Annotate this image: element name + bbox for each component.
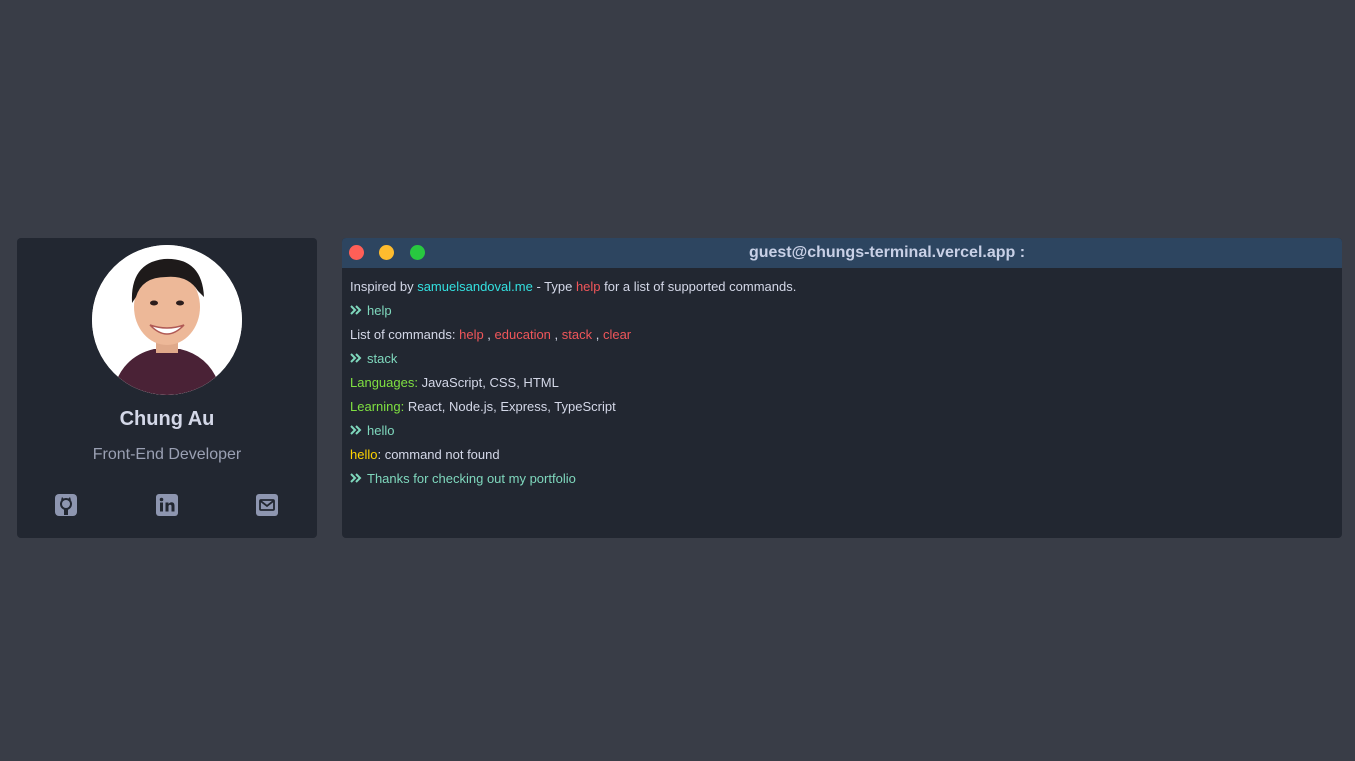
learning-label: Learning: <box>350 399 405 414</box>
command-clear: clear <box>602 327 632 342</box>
separator: , <box>483 327 495 342</box>
email-icon[interactable] <box>255 493 279 517</box>
commands-label: List of commands: <box>350 327 460 342</box>
github-icon[interactable] <box>54 493 78 517</box>
intro-line: Inspired by samuelsandoval.me - Type hel… <box>350 277 1334 301</box>
languages-label: Languages: <box>350 375 418 390</box>
profile-name: Chung Au <box>119 408 215 430</box>
prompt-command: hello <box>367 423 395 438</box>
learning-value: React, Node.js, Express, TypeScript <box>404 399 616 414</box>
commands-list-line: List of commands: help , education , sta… <box>350 325 1334 349</box>
terminal-window: guest@chungs-terminal.vercel.app : Inspi… <box>342 238 1342 538</box>
profile-role: Front-End Developer <box>92 446 242 463</box>
error-message: : command not found <box>377 447 500 462</box>
avatar <box>92 245 242 395</box>
chevrons-right-icon <box>350 425 362 435</box>
command-stack: stack <box>561 327 593 342</box>
chevrons-right-icon <box>350 473 362 483</box>
learning-line: Learning: React, Node.js, Express, TypeS… <box>350 397 1334 421</box>
social-links <box>17 493 317 517</box>
separator: , <box>550 327 562 342</box>
terminal-title: guest@chungs-terminal.vercel.app : <box>748 244 1026 261</box>
intro-suffix: for a list of supported commands. <box>600 279 797 294</box>
terminal-title-bar: guest@chungs-terminal.vercel.app : <box>342 238 1342 268</box>
error-command: hello <box>350 447 378 462</box>
profile-card: Chung Au Front-End Developer <box>17 238 317 538</box>
linkedin-icon[interactable] <box>155 493 179 517</box>
chevrons-right-icon <box>350 353 362 363</box>
command-education: education <box>494 327 551 342</box>
prompt-line: Thanks for checking out my portfolio <box>350 469 1334 493</box>
inspiration-link[interactable]: samuelsandoval.me <box>417 279 533 294</box>
chevrons-right-icon <box>350 305 362 315</box>
prompt-line: hello <box>350 421 1334 445</box>
intro-prefix: Inspired by <box>350 279 418 294</box>
prompt-line: help <box>350 301 1334 325</box>
avatar-photo <box>92 245 242 395</box>
error-line: hello: command not found <box>350 445 1334 469</box>
final-prompt-text: Thanks for checking out my portfolio <box>367 471 576 486</box>
prompt-line: stack <box>350 349 1334 373</box>
prompt-command: help <box>367 303 392 318</box>
command-help: help <box>459 327 484 342</box>
intro-middle: - Type <box>532 279 576 294</box>
prompt-command: stack <box>367 351 398 366</box>
languages-value: JavaScript, CSS, HTML <box>417 375 559 390</box>
intro-help-command: help <box>575 279 601 294</box>
languages-line: Languages: JavaScript, CSS, HTML <box>350 373 1334 397</box>
separator: , <box>592 327 603 342</box>
terminal-output: Inspired by samuelsandoval.me - Type hel… <box>342 268 1342 493</box>
